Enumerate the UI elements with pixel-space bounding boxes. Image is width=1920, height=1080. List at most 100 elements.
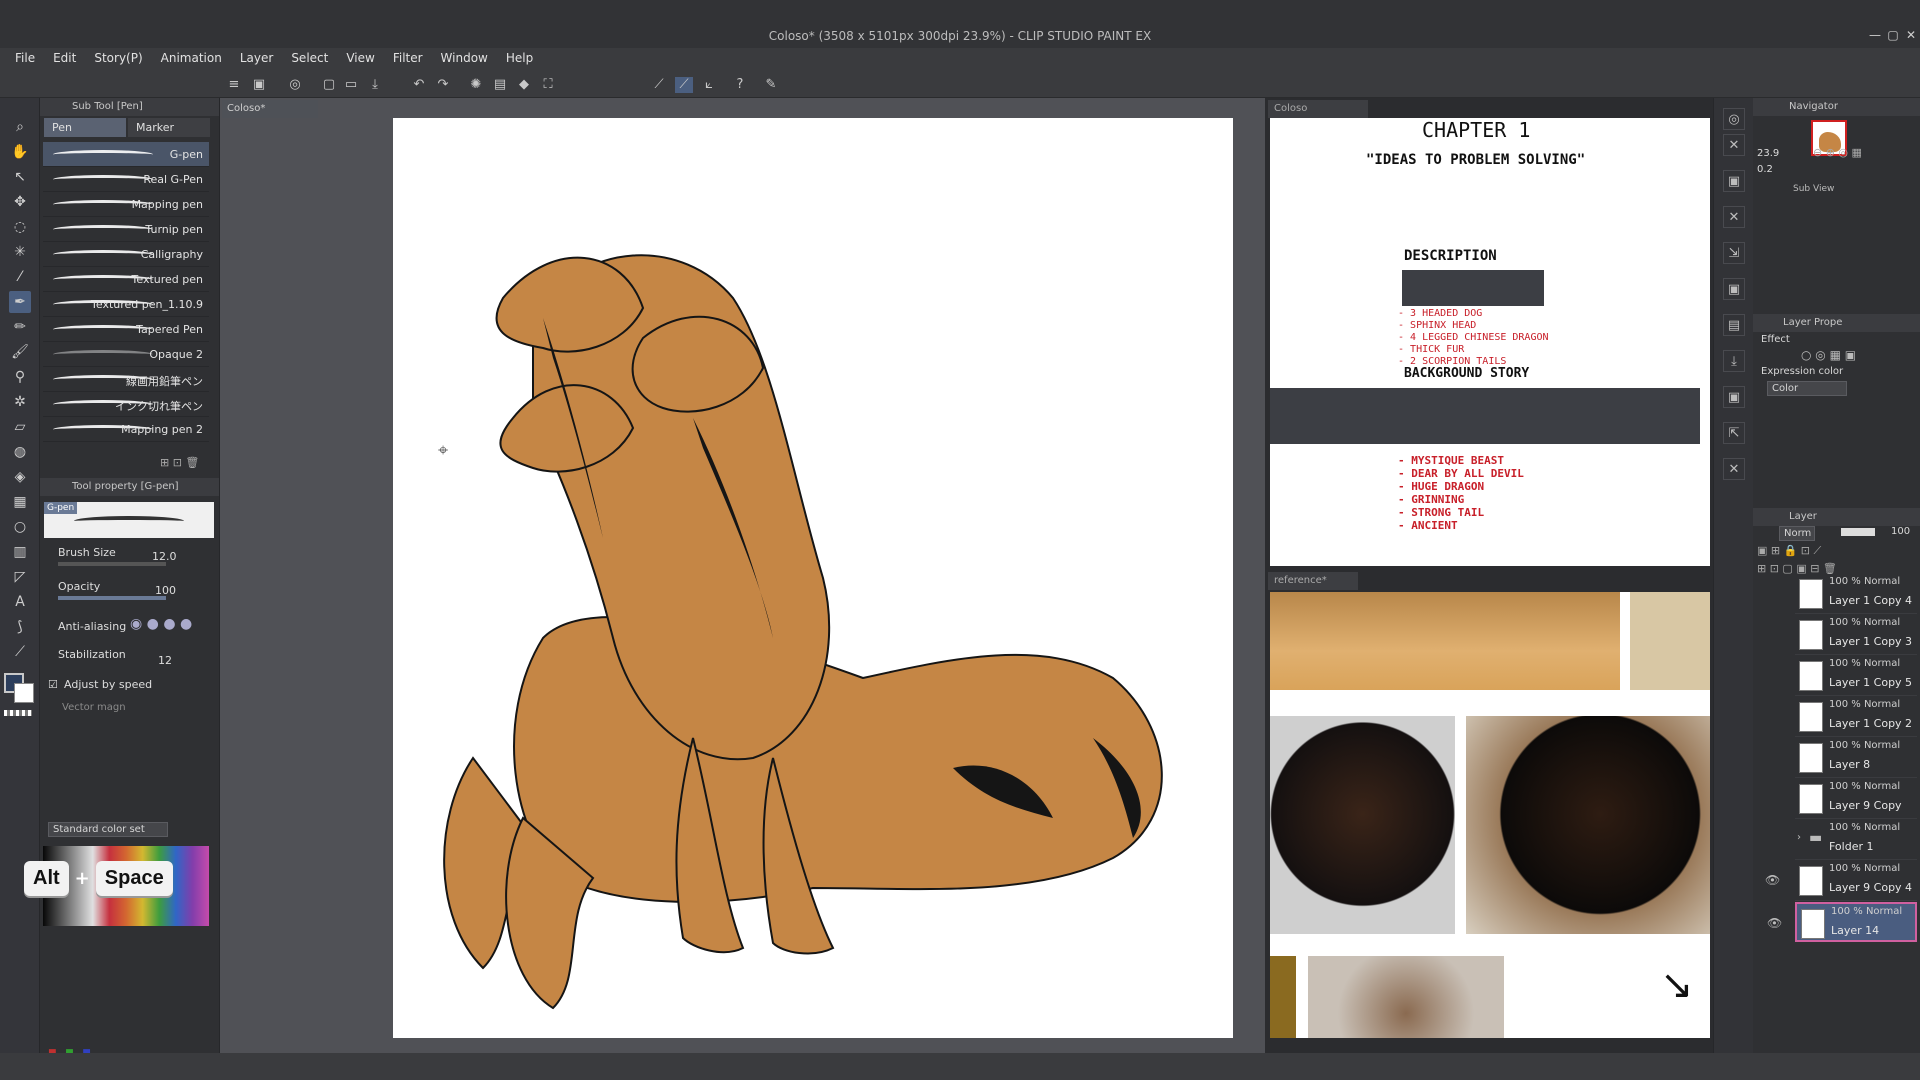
camera-icon[interactable]: ▣ [1723, 170, 1745, 192]
brush-item[interactable]: Tapered Pen [43, 317, 209, 342]
sub-view-tab-coloso[interactable]: Coloso [1268, 100, 1368, 118]
menu-icon[interactable]: ≡ [225, 77, 243, 93]
brush-item[interactable]: Turnip pen [43, 217, 209, 242]
menu-layer[interactable]: Layer [231, 48, 282, 68]
snap-ruler-icon[interactable]: ⟋ [675, 77, 693, 93]
redo-icon[interactable]: ↷ [434, 77, 452, 93]
zoom-icon[interactable]: ⌕ [9, 116, 31, 138]
pencil-icon[interactable]: ✏ [9, 316, 31, 338]
brush-item[interactable]: G-pen [43, 142, 209, 167]
layer-row[interactable]: 100 % Normal Layer 1 Copy 3 [1795, 615, 1917, 655]
subtool-actions-icons[interactable]: ⊞ ⊡ 🗑 [160, 456, 199, 469]
layer-row[interactable]: 100 % Normal Layer 9 Copy [1795, 779, 1917, 819]
minimize-icon[interactable]: — [1866, 28, 1884, 44]
stabilization-value[interactable]: 12 [158, 654, 172, 667]
checkbox-icon[interactable]: ☑ [48, 678, 58, 691]
color-set-select[interactable]: Standard color set [48, 822, 168, 837]
balloon-icon[interactable]: ⟆ [9, 616, 31, 638]
undo-icon[interactable]: ↶ [410, 77, 428, 93]
brush-item[interactable]: インク切れ筆ペン [43, 392, 209, 417]
ruler-icon[interactable]: ⟋ [650, 77, 668, 93]
blend-mode-select[interactable]: Norm [1779, 526, 1815, 541]
fill-bucket-icon[interactable]: ◈ [9, 466, 31, 488]
fill-icon[interactable]: ◆ [515, 77, 533, 93]
figure-icon[interactable]: ○ [9, 516, 31, 538]
brush-item[interactable]: Textured pen_1.10.9 [43, 292, 209, 317]
opacity-slider[interactable] [58, 596, 166, 600]
layer-row[interactable]: 100 % Normal Layer 1 Copy 4 [1795, 574, 1917, 614]
camera-icon[interactable]: ▣ [1723, 278, 1745, 300]
maximize-icon[interactable]: ▢ [1884, 28, 1902, 44]
eyedropper-icon[interactable]: ⁄ [9, 266, 31, 288]
new-file-icon[interactable]: ▢ [320, 77, 338, 93]
brush-item[interactable]: Real G-Pen [43, 167, 209, 192]
layer-folder-row[interactable]: › ▬ 100 % Normal Folder 1 [1795, 820, 1917, 860]
close-panel-icon[interactable]: ✕ [1723, 206, 1745, 228]
pen-setting-icon[interactable]: ✎ [762, 77, 780, 93]
open-icon[interactable]: ▭ [342, 77, 360, 93]
drawing-canvas[interactable]: ⌖ [393, 118, 1233, 1038]
menu-view[interactable]: View [337, 48, 383, 68]
sub-view-label[interactable]: Sub View [1793, 184, 1834, 194]
sub-view-tab-reference[interactable]: reference* [1268, 572, 1358, 590]
brush-item[interactable]: Mapping pen 2 [43, 417, 209, 442]
correct-line-icon[interactable]: ⟋ [9, 641, 31, 663]
clear-icon[interactable]: ▤ [491, 77, 509, 93]
menu-file[interactable]: File [6, 48, 44, 68]
brush-item[interactable]: Textured pen [43, 267, 209, 292]
help-icon[interactable]: ? [731, 77, 749, 93]
menu-filter[interactable]: Filter [384, 48, 432, 68]
brush-item[interactable]: Calligraphy [43, 242, 209, 267]
airbrush-icon[interactable]: ⚲ [9, 366, 31, 388]
menu-animation[interactable]: Animation [152, 48, 231, 68]
eye-icon[interactable]: 👁 [1767, 916, 1782, 930]
transparent-color-swatch[interactable] [4, 710, 32, 716]
layer-row[interactable]: 100 % Normal Layer 8 [1795, 738, 1917, 778]
layer-row[interactable]: 100 % Normal Layer 1 Copy 5 [1795, 656, 1917, 696]
anti-aliasing-options[interactable]: ◉ ● ● ● [130, 616, 192, 632]
brush-size-slider[interactable] [58, 562, 166, 566]
brush-item[interactable]: Opaque 2 [43, 342, 209, 367]
brush-item[interactable]: 線画用鉛筆ペン [43, 367, 209, 392]
layer-tools-icons[interactable]: ▣ ⊞ 🔒 ⊡ ⟋ [1757, 544, 1821, 558]
tab-pen[interactable]: Pen [44, 118, 126, 137]
menu-window[interactable]: Window [432, 48, 497, 68]
menu-select[interactable]: Select [282, 48, 337, 68]
brush-item[interactable]: Mapping pen [43, 192, 209, 217]
save-icon[interactable]: ⤓ [1723, 350, 1745, 372]
image-icon[interactable]: ▤ [1723, 314, 1745, 336]
transform-icon[interactable]: ⛶ [539, 77, 557, 93]
lasso-icon[interactable]: ◌ [9, 216, 31, 238]
navigator-rotation[interactable]: 0.2 [1757, 164, 1773, 175]
hand-icon[interactable]: ✋ [9, 141, 31, 163]
operation-icon[interactable]: ↖ [9, 166, 31, 188]
eraser-icon[interactable]: ▱ [9, 416, 31, 438]
layer-opacity-slider[interactable] [1841, 528, 1875, 536]
layer-opacity-value[interactable]: 100 [1891, 526, 1910, 537]
screenshot-icon[interactable]: ▣ [1723, 386, 1745, 408]
tab-marker[interactable]: Marker [128, 118, 210, 137]
layer-row[interactable]: 100 % Normal Layer 1 Copy 2 [1795, 697, 1917, 737]
document-tab[interactable]: Coloso* [222, 100, 318, 118]
move-icon[interactable]: ✥ [9, 191, 31, 213]
frame-icon[interactable]: ▥ [9, 541, 31, 563]
loading-icon[interactable]: ✺ [467, 77, 485, 93]
sub-color-swatch[interactable] [14, 683, 34, 703]
blend-icon[interactable]: ◍ [9, 441, 31, 463]
close-panel-icon[interactable]: ✕ [1723, 458, 1745, 480]
save-icon[interactable]: ⤓ [366, 77, 384, 93]
navigator-controls-icons[interactable]: ⊖ ⊕ ◎ ▦ [1813, 146, 1862, 159]
expression-color-select[interactable]: Color [1767, 381, 1847, 396]
menu-edit[interactable]: Edit [44, 48, 85, 68]
ruler-tool-icon[interactable]: ◸ [9, 566, 31, 588]
new-icon[interactable]: ▣ [250, 77, 268, 93]
pen-icon[interactable]: ✒ [9, 291, 31, 313]
gradient-icon[interactable]: ▦ [9, 491, 31, 513]
close-panel-icon[interactable]: ✕ [1723, 134, 1745, 156]
search-icon[interactable]: ◎ [1723, 108, 1745, 130]
magic-wand-icon[interactable]: ✳ [9, 241, 31, 263]
brush-icon[interactable]: 🖌 [9, 341, 31, 363]
export-icon[interactable]: ⇱ [1723, 422, 1745, 444]
layer-row-selected[interactable]: 👁 100 % Normal Layer 14 [1767, 902, 1917, 942]
navigator-zoom[interactable]: 23.9 [1757, 148, 1779, 159]
